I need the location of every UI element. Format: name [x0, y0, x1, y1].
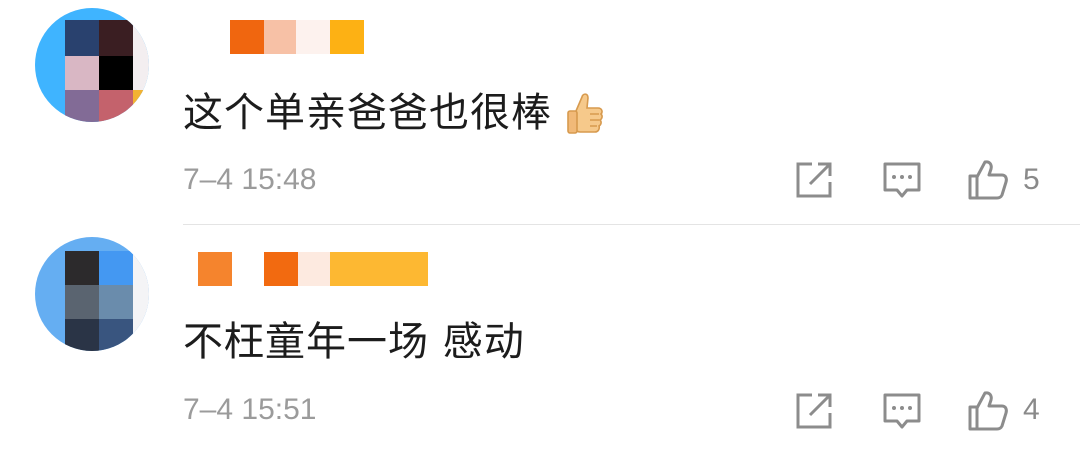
share-icon [796, 393, 832, 429]
comment-timestamp: 7–4 15:48 [183, 163, 317, 196]
comment-item: 不枉童年一场 感动 7–4 15:51 4 [0, 225, 1080, 450]
thumbs-up-emoji-icon [562, 89, 606, 141]
thumbs-up-icon [968, 160, 1008, 200]
comment-text: 这个单亲爸爸也很棒 [183, 80, 606, 141]
avatar-mosaic [35, 237, 149, 351]
thumbs-up-icon [968, 391, 1008, 431]
comment-item: 这个单亲爸爸也很棒 7–4 15:48 5 [0, 0, 1080, 225]
share-button[interactable] [792, 389, 836, 433]
share-button[interactable] [792, 158, 836, 202]
comment-icon [883, 162, 921, 198]
share-icon [796, 162, 832, 198]
like-count: 5 [1023, 163, 1040, 196]
username-redacted[interactable] [230, 20, 364, 54]
username-redacted[interactable] [198, 252, 428, 286]
comment-icon [883, 393, 921, 429]
avatar-mosaic [35, 8, 149, 122]
like-button[interactable] [966, 158, 1010, 202]
avatar[interactable] [35, 8, 149, 122]
comment-timestamp: 7–4 15:51 [183, 393, 317, 426]
comment-button[interactable] [880, 389, 924, 433]
like-button[interactable] [966, 389, 1010, 433]
avatar[interactable] [35, 237, 149, 351]
comment-body: 这个单亲爸爸也很棒 [183, 90, 552, 136]
comment-text: 不枉童年一场 感动 [183, 319, 525, 365]
comment-button[interactable] [880, 158, 924, 202]
like-count: 4 [1023, 393, 1040, 426]
